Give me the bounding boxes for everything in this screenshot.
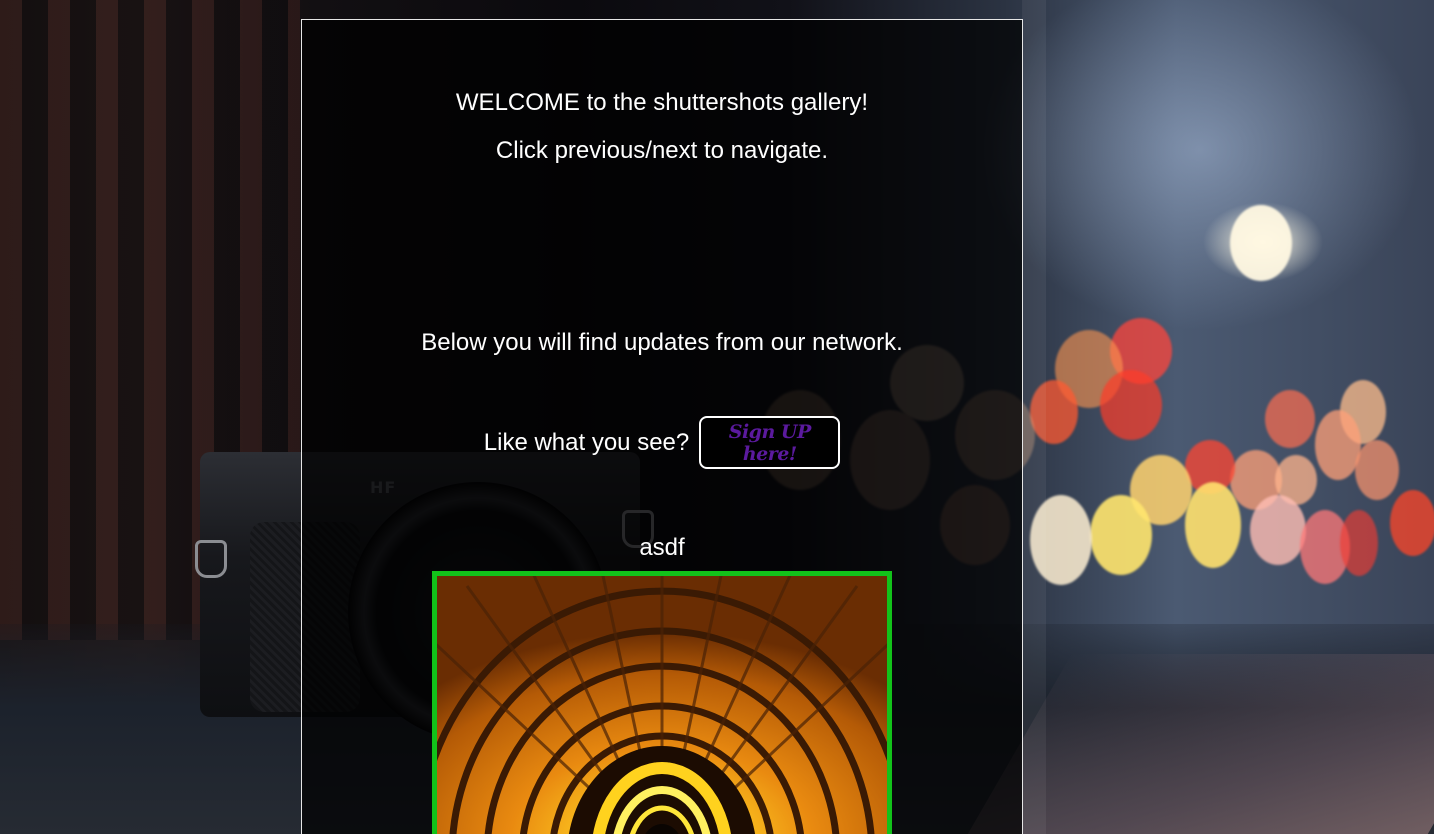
bokeh-light — [1265, 390, 1315, 448]
bokeh-light — [1090, 495, 1152, 575]
navigation-instructions: Click previous/next to navigate. — [495, 137, 829, 164]
content-panel: WELCOME to the shuttershots gallery! Cli… — [301, 19, 1023, 834]
bokeh-light — [1355, 440, 1399, 500]
signup-prompt: Like what you see? — [483, 428, 690, 456]
signup-button[interactable]: Sign UP here! — [699, 416, 841, 469]
camera-strap-loop — [195, 540, 227, 578]
signup-row: Like what you see? Sign UP here! — [302, 416, 1022, 469]
updates-intro: Below you will find updates from our net… — [421, 329, 903, 356]
bokeh-light — [1340, 510, 1378, 576]
bokeh-light — [1230, 205, 1292, 281]
bokeh-light — [1100, 370, 1162, 440]
bokeh-light — [1250, 495, 1306, 565]
post-image[interactable] — [432, 571, 892, 834]
tunnel-photo — [437, 576, 887, 834]
panel-glass-edge — [1022, 0, 1046, 834]
bokeh-light — [1390, 490, 1434, 556]
post-title: asdf — [639, 534, 685, 561]
welcome-heading: WELCOME to the shuttershots gallery! — [455, 89, 869, 116]
bokeh-light — [1185, 482, 1241, 568]
